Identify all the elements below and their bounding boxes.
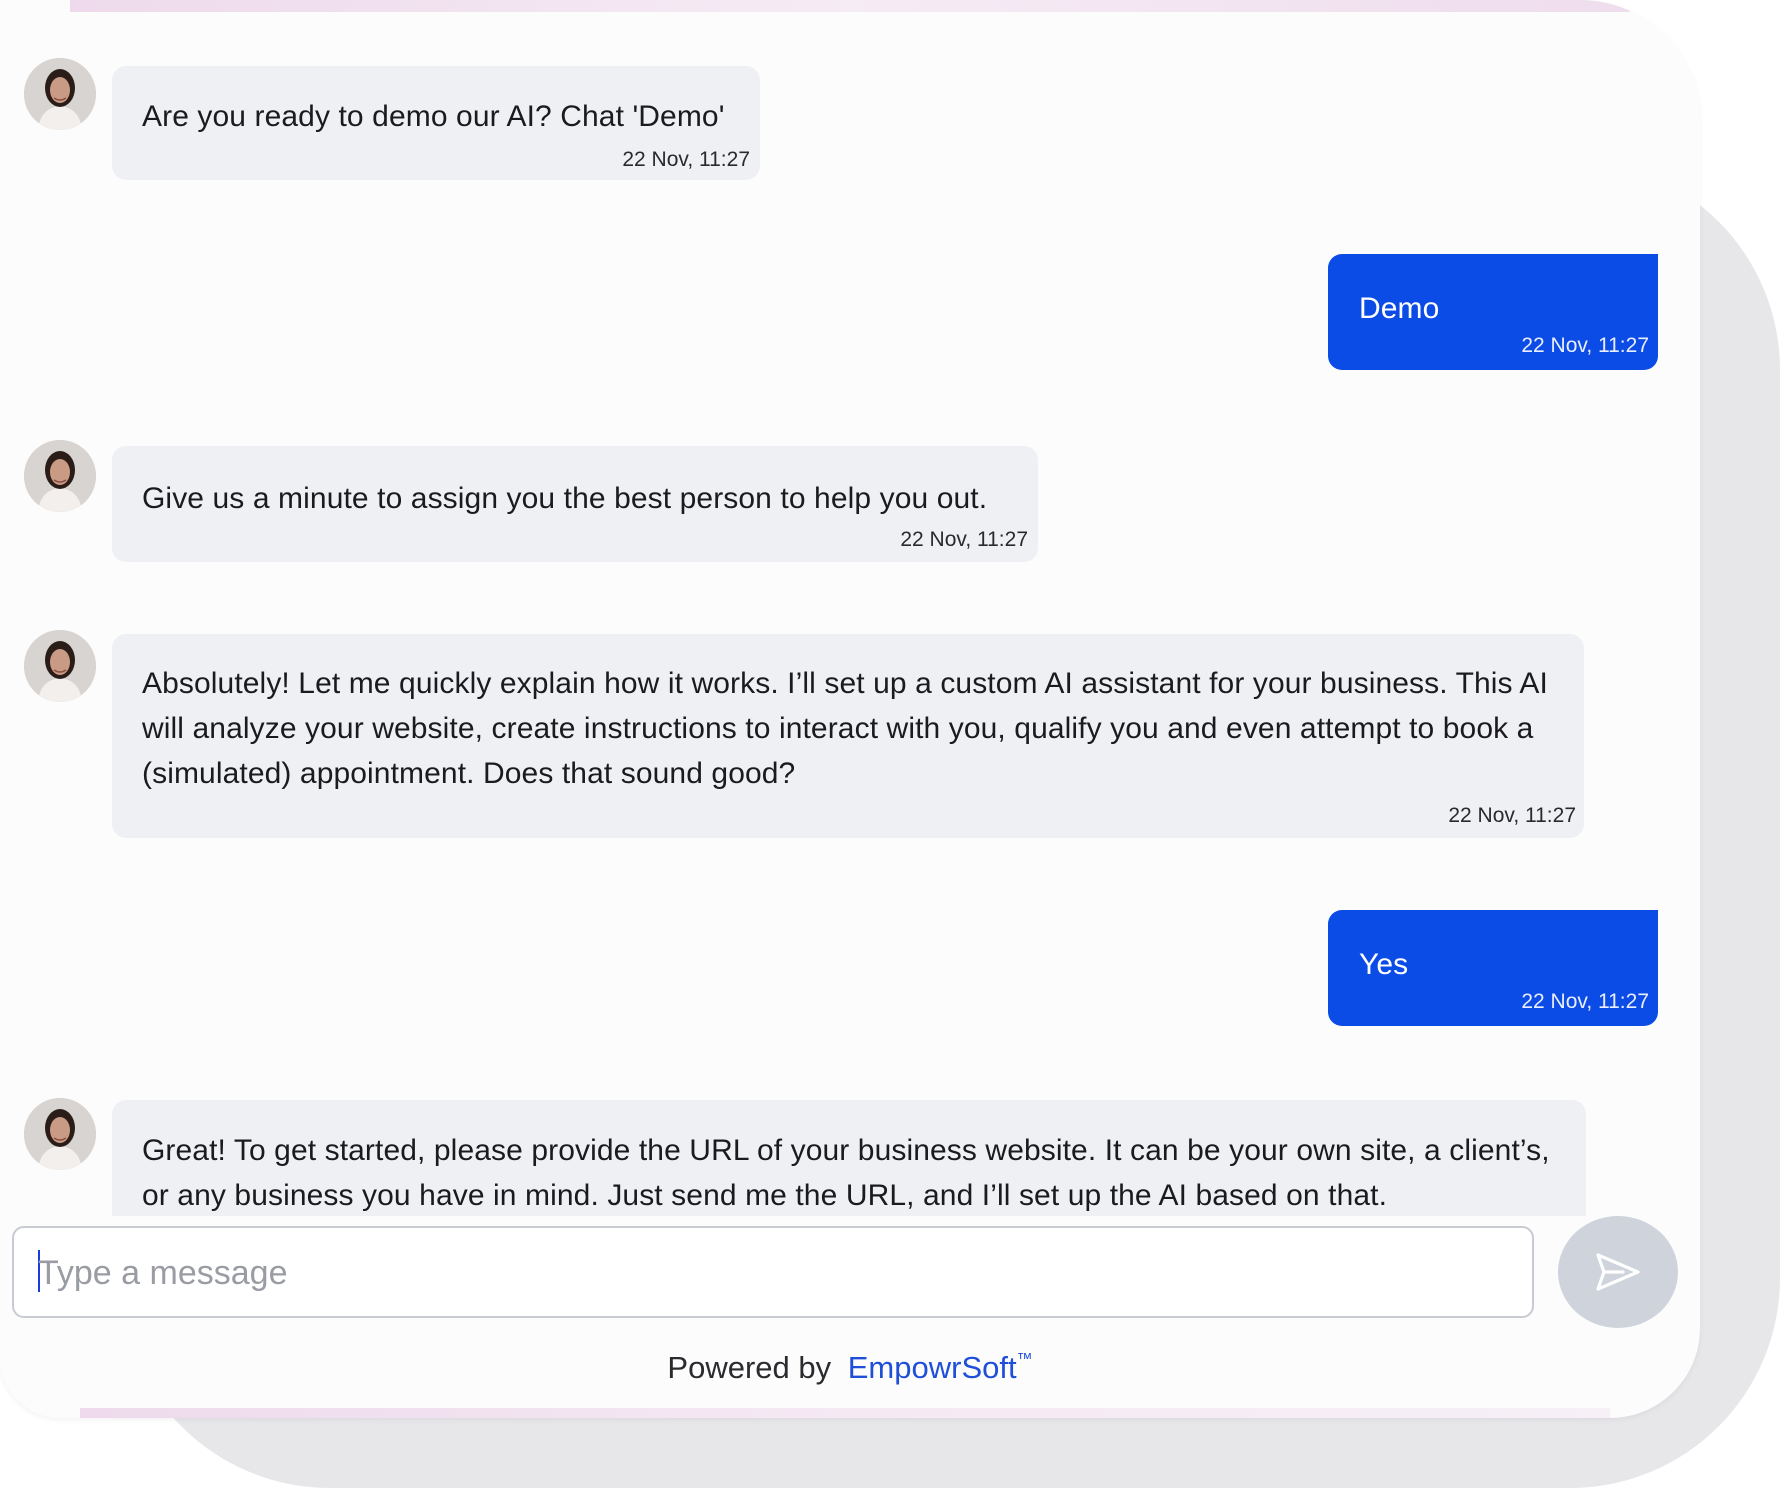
message-bubble: Give us a minute to assign you the best …	[112, 446, 1038, 562]
message-text: Yes	[1359, 948, 1409, 981]
message-input[interactable]	[36, 1238, 1510, 1308]
message-timestamp: 22 Nov, 11:27	[622, 148, 750, 171]
agent-avatar	[24, 1098, 96, 1170]
message-timestamp: 22 Nov, 11:27	[1448, 804, 1576, 827]
trademark-symbol: ™	[1016, 1351, 1033, 1368]
agent-avatar	[24, 630, 96, 702]
message-user: Demo 22 Nov, 11:27	[0, 254, 1700, 374]
message-agent: Great! To get started, please provide th…	[0, 1098, 1700, 1216]
message-text: Demo	[1359, 292, 1440, 325]
message-bubble: Absolutely! Let me quickly explain how i…	[112, 634, 1584, 838]
powered-by-label: Powered by	[667, 1350, 832, 1385]
message-text: Absolutely! Let me quickly explain how i…	[142, 667, 1548, 790]
message-agent: Give us a minute to assign you the best …	[0, 440, 1700, 562]
message-user: Yes 22 Nov, 11:27	[0, 910, 1700, 1030]
message-text: Great! To get started, please provide th…	[142, 1134, 1550, 1212]
message-timestamp: 22 Nov, 11:27	[900, 528, 1028, 551]
agent-avatar	[24, 58, 96, 130]
message-agent: Absolutely! Let me quickly explain how i…	[0, 630, 1700, 840]
brand-link[interactable]: EmpowrSoft	[848, 1350, 1017, 1385]
chat-widget: Are you ready to demo our AI? Chat 'Demo…	[0, 0, 1700, 1418]
powered-by-footer: Powered by EmpowrSoft™	[0, 1350, 1700, 1386]
message-timestamp: 22 Nov, 11:27	[1521, 334, 1649, 357]
message-timestamp: 22 Nov, 11:27	[1521, 990, 1649, 1013]
message-agent: Are you ready to demo our AI? Chat 'Demo…	[0, 58, 1700, 180]
message-text: Give us a minute to assign you the best …	[142, 482, 988, 515]
paper-plane-icon	[1596, 1253, 1640, 1291]
send-button[interactable]	[1558, 1216, 1678, 1328]
bottom-accent	[80, 1408, 1610, 1418]
message-bubble: Yes 22 Nov, 11:27	[1328, 910, 1658, 1026]
message-bubble: Are you ready to demo our AI? Chat 'Demo…	[112, 66, 760, 180]
message-list[interactable]: Are you ready to demo our AI? Chat 'Demo…	[0, 0, 1700, 1216]
agent-avatar	[24, 440, 96, 512]
message-bubble: Demo 22 Nov, 11:27	[1328, 254, 1658, 370]
message-composer	[12, 1226, 1534, 1318]
message-bubble: Great! To get started, please provide th…	[112, 1100, 1586, 1216]
message-text: Are you ready to demo our AI? Chat 'Demo…	[142, 100, 725, 133]
